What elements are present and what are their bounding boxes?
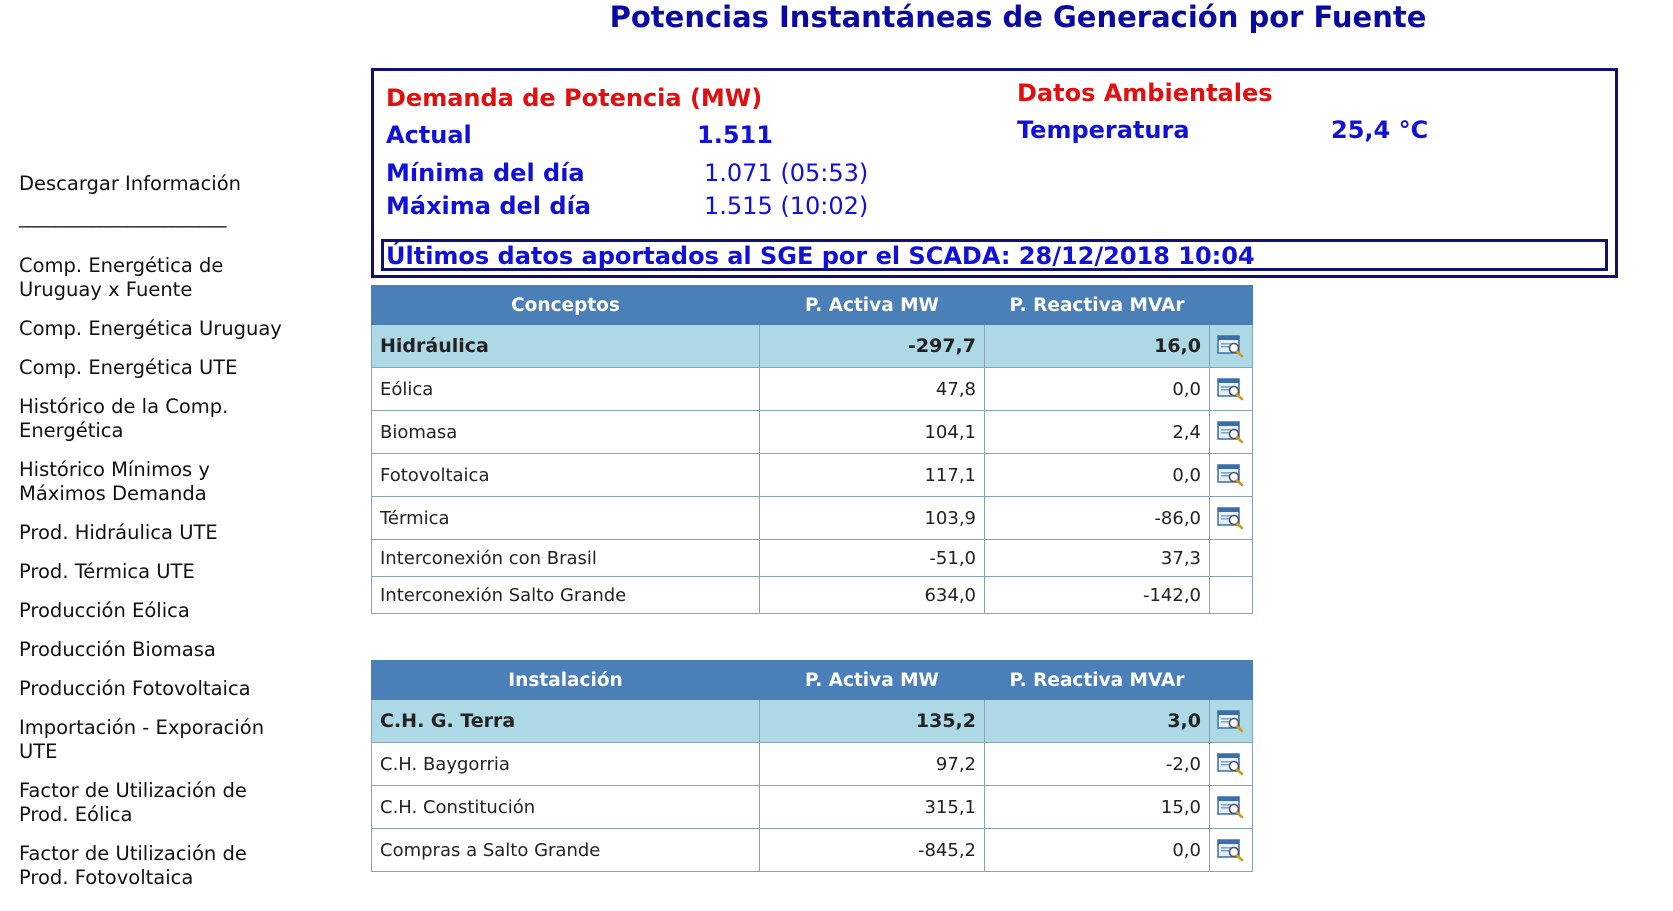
row-name: Hidráulica	[371, 324, 760, 368]
sidebar-divider: _______________________	[19, 206, 227, 228]
col-header-activa: P. Activa MW	[759, 660, 985, 700]
row-reactiva: 3,0	[984, 699, 1210, 743]
download-link[interactable]: Descargar Información	[19, 172, 284, 196]
sidebar-item-prod-biomasa[interactable]: Producción Biomasa	[19, 638, 284, 662]
row-name: Biomasa	[371, 410, 760, 454]
chart-window-search-icon[interactable]	[1217, 420, 1245, 444]
row-reactiva: 0,0	[984, 367, 1210, 411]
col-header-reactiva: P. Reactiva MVAr	[984, 660, 1210, 700]
table-row: Compras a Salto Grande -845,2 0,0	[371, 828, 1253, 872]
chart-window-search-icon[interactable]	[1217, 795, 1245, 819]
chart-window-search-icon[interactable]	[1217, 752, 1245, 776]
row-name: Eólica	[371, 367, 760, 411]
row-name: Interconexión con Brasil	[371, 539, 760, 577]
row-name: C.H. G. Terra	[371, 699, 760, 743]
row-name: C.H. Baygorria	[371, 742, 760, 786]
row-activa: 104,1	[759, 410, 985, 454]
table-row: Eólica 47,8 0,0	[371, 367, 1253, 411]
row-activa: 315,1	[759, 785, 985, 829]
demand-panel: Demanda de Potencia (MW) Actual 1.511 Mí…	[371, 68, 1618, 278]
col-header-icon	[1209, 660, 1253, 700]
row-activa: -51,0	[759, 539, 985, 577]
table-row: Hidráulica -297,7 16,0	[371, 324, 1253, 368]
temperature-value: 25,4 °C	[1331, 116, 1429, 144]
sidebar-menu: Comp. Energética de Uruguay x Fuente Com…	[19, 254, 284, 890]
max-label: Máxima del día	[386, 192, 591, 220]
temperature-label: Temperatura	[1017, 116, 1190, 144]
table-row: C.H. Baygorria 97,2 -2,0	[371, 742, 1253, 786]
chart-window-search-icon[interactable]	[1217, 506, 1245, 530]
sidebar-item-comp-uruguay-fuente[interactable]: Comp. Energética de Uruguay x Fuente	[19, 254, 284, 302]
table-row: Fotovoltaica 117,1 0,0	[371, 453, 1253, 497]
table-row: Interconexión Salto Grande 634,0 -142,0	[371, 576, 1253, 614]
row-reactiva: 16,0	[984, 324, 1210, 368]
row-activa: 135,2	[759, 699, 985, 743]
min-label: Mínima del día	[386, 159, 585, 187]
sidebar-item-factor-fotovoltaica[interactable]: Factor de Utilización de Prod. Fotovolta…	[19, 842, 284, 890]
chart-window-search-icon[interactable]	[1217, 709, 1245, 733]
row-name: C.H. Constitución	[371, 785, 760, 829]
scada-timestamp: Últimos datos aportados al SGE por el SC…	[381, 239, 1608, 271]
row-activa: 117,1	[759, 453, 985, 497]
table-row: Biomasa 104,1 2,4	[371, 410, 1253, 454]
row-activa: 97,2	[759, 742, 985, 786]
sidebar-item-prod-termica[interactable]: Prod. Térmica UTE	[19, 560, 284, 584]
col-header-reactiva: P. Reactiva MVAr	[984, 285, 1210, 325]
sidebar-item-historico-comp[interactable]: Histórico de la Comp. Energética	[19, 395, 284, 443]
sidebar-item-prod-fotovoltaica[interactable]: Producción Fotovoltaica	[19, 677, 284, 701]
ambient-heading: Datos Ambientales	[1017, 79, 1273, 107]
min-value: 1.071 (05:53)	[704, 159, 869, 187]
chart-window-search-icon[interactable]	[1217, 463, 1245, 487]
col-header-activa: P. Activa MW	[759, 285, 985, 325]
chart-window-search-icon[interactable]	[1217, 838, 1245, 862]
row-name: Interconexión Salto Grande	[371, 576, 760, 614]
demand-heading: Demanda de Potencia (MW)	[386, 84, 763, 112]
actual-label: Actual	[386, 121, 472, 149]
sidebar-item-prod-eolica[interactable]: Producción Eólica	[19, 599, 284, 623]
row-reactiva: 0,0	[984, 828, 1210, 872]
actual-value: 1.511	[697, 121, 773, 149]
table-row: Térmica 103,9 -86,0	[371, 496, 1253, 540]
row-name: Fotovoltaica	[371, 453, 760, 497]
row-reactiva: 2,4	[984, 410, 1210, 454]
row-name: Térmica	[371, 496, 760, 540]
table-row: C.H. Constitución 315,1 15,0	[371, 785, 1253, 829]
col-header-icon	[1209, 285, 1253, 325]
col-header-installation: Instalación	[371, 660, 760, 700]
sidebar-item-prod-hidraulica[interactable]: Prod. Hidráulica UTE	[19, 521, 284, 545]
row-activa: -297,7	[759, 324, 985, 368]
col-header-concepts: Conceptos	[371, 285, 760, 325]
table-row: C.H. G. Terra 135,2 3,0	[371, 699, 1253, 743]
sidebar-item-importacion[interactable]: Importación - Exporación UTE	[19, 716, 284, 764]
row-reactiva: 0,0	[984, 453, 1210, 497]
generation-by-source-table: Conceptos P. Activa MW P. Reactiva MVAr …	[371, 285, 1253, 614]
row-reactiva: 37,3	[984, 539, 1210, 577]
sidebar-item-factor-eolica[interactable]: Factor de Utilización de Prod. Eólica	[19, 779, 284, 827]
max-value: 1.515 (10:02)	[704, 192, 869, 220]
row-name: Compras a Salto Grande	[371, 828, 760, 872]
chart-window-search-icon[interactable]	[1217, 334, 1245, 358]
chart-window-search-icon[interactable]	[1217, 377, 1245, 401]
table-row: Interconexión con Brasil -51,0 37,3	[371, 539, 1253, 577]
row-reactiva: 15,0	[984, 785, 1210, 829]
row-activa: 47,8	[759, 367, 985, 411]
row-reactiva: -86,0	[984, 496, 1210, 540]
row-reactiva: -142,0	[984, 576, 1210, 614]
sidebar: Descargar Información __________________…	[19, 172, 284, 905]
row-activa: -845,2	[759, 828, 985, 872]
sidebar-item-historico-demanda[interactable]: Histórico Mínimos y Máximos Demanda	[19, 458, 284, 506]
row-activa: 103,9	[759, 496, 985, 540]
generation-by-installation-table: Instalación P. Activa MW P. Reactiva MVA…	[371, 660, 1253, 872]
page-title: Potencias Instantáneas de Generación por…	[609, 0, 1427, 34]
row-activa: 634,0	[759, 576, 985, 614]
sidebar-item-comp-uruguay[interactable]: Comp. Energética Uruguay	[19, 317, 284, 341]
row-reactiva: -2,0	[984, 742, 1210, 786]
sidebar-item-comp-ute[interactable]: Comp. Energética UTE	[19, 356, 284, 380]
